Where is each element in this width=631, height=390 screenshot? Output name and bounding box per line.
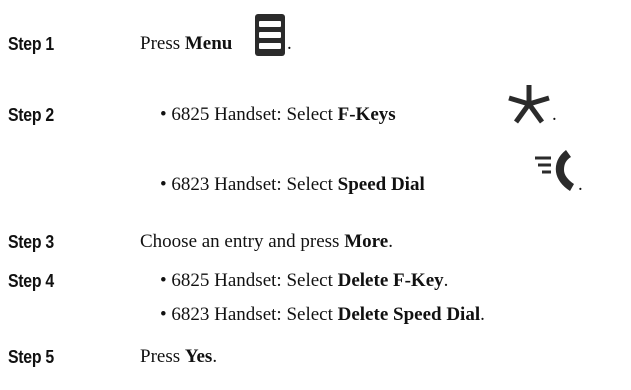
step-2-bullet-1: • 6825 Handset: Select F-Keys [160,104,396,126]
menu-icon [255,14,285,61]
step-3-label: Step 3 [8,232,54,252]
step-5-text: Press Yes. [140,346,217,368]
step-2-bullet-2-post: . [578,174,583,195]
step-5-bold: Yes [184,346,213,367]
step-3-bold: More [344,231,389,252]
step-1-post: . [287,33,292,54]
step-2-bullet-1-bold: F-Keys [337,104,396,125]
step-3-post: . [388,231,393,252]
step-2-bullet-1-pre: • 6825 Handset: Select [160,104,338,125]
step-2-bullet-2: • 6823 Handset: Select Speed Dial [160,174,425,196]
asterisk-icon [506,84,552,129]
step-3-pre: Choose an entry and press [140,231,345,252]
step-4-bullet-2-post: . [480,304,485,325]
step-2-bullet-2-pre: • 6823 Handset: Select [160,174,338,195]
step-2-bullet-2-bold: Speed Dial [337,174,425,195]
step-1-text: Press Menu [140,33,232,55]
step-5-post: . [212,346,218,367]
step-2-bullet-1-post: . [552,104,557,125]
step-4-bullet-1-post: . [443,270,449,291]
step-4-label: Step 4 [8,271,54,291]
step-1-label: Step 1 [8,34,54,54]
step-2-label: Step 2 [8,105,54,125]
step-4-bullet-2-bold: Delete Speed Dial [337,304,481,325]
step-4-bullet-2: • 6823 Handset: Select Delete Speed Dial… [160,304,485,326]
step-3-text: Choose an entry and press More. [140,231,393,253]
speed-dial-icon [534,148,576,197]
step-1-bold: Menu [184,33,233,54]
step-1-pre: Press [140,33,185,54]
step-4-bullet-1-pre: • 6825 Handset: Select [160,270,338,291]
step-4-bullet-1-bold: Delete F-Key [337,270,444,291]
step-4-bullet-1: • 6825 Handset: Select Delete F-Key. [160,270,448,292]
step-5-pre: Press [140,346,185,367]
step-4-bullet-2-pre: • 6823 Handset: Select [160,304,338,325]
step-5-label: Step 5 [8,347,54,367]
